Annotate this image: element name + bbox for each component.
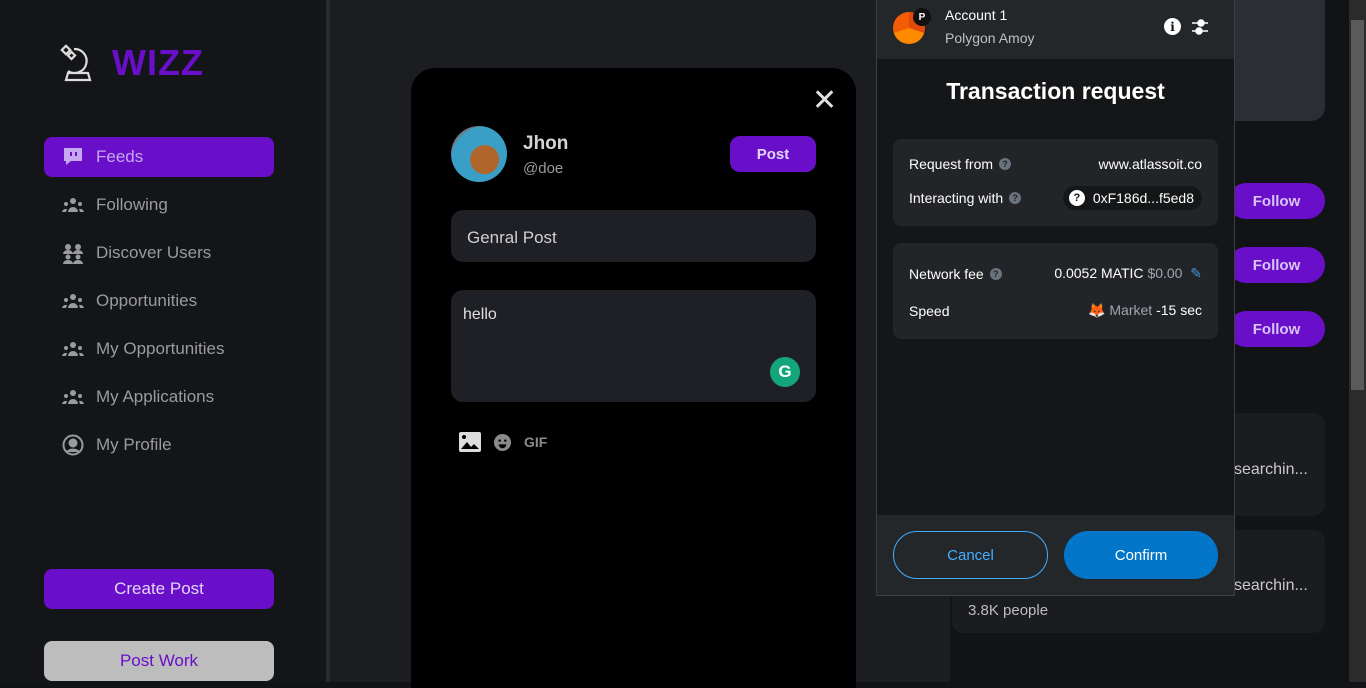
- edit-fee-icon[interactable]: ✎: [1190, 265, 1202, 281]
- fox-icon: 🦊: [1088, 302, 1106, 318]
- request-details: Request from? www.atlassoit.co Interacti…: [893, 139, 1218, 226]
- scrollbar-thumb[interactable]: [1351, 20, 1364, 390]
- sidebar-item-my-profile[interactable]: My Profile: [44, 425, 274, 465]
- account-name: Account 1: [945, 7, 1008, 23]
- sidebar: WIZZ Feeds Following Discover Users Oppo…: [0, 0, 326, 682]
- users-icon: [62, 390, 84, 404]
- users-icon: [62, 294, 84, 308]
- contract-address-pill[interactable]: ? 0xF186d...f5ed8: [1062, 186, 1202, 210]
- sidebar-item-label: Feeds: [96, 147, 144, 166]
- card-snippet: searchin...: [1234, 461, 1308, 478]
- contract-address: 0xF186d...f5ed8: [1092, 190, 1194, 206]
- users-discover-icon: [63, 244, 83, 264]
- sidebar-item-feeds[interactable]: Feeds: [44, 137, 274, 177]
- network-fee-fiat: $0.00: [1147, 265, 1183, 281]
- post-type-select[interactable]: Genral Post: [451, 210, 816, 262]
- metamask-footer: Cancel Confirm: [877, 515, 1234, 595]
- network-fee-row: Network fee? 0.0052 MATIC $0.00 ✎: [909, 265, 1202, 282]
- avatar: [451, 126, 507, 182]
- sidebar-item-my-applications[interactable]: My Applications: [44, 377, 274, 417]
- sidebar-item-discover-users[interactable]: Discover Users: [44, 233, 274, 273]
- sidebar-item-label: My Opportunities: [96, 339, 225, 358]
- grammarly-icon[interactable]: G: [770, 357, 800, 387]
- confirm-button[interactable]: Confirm: [1064, 531, 1218, 579]
- users-icon: [62, 342, 84, 356]
- users-icon: [62, 198, 84, 212]
- composer-tools: GIF: [459, 432, 547, 452]
- transaction-title: Transaction request: [946, 78, 1165, 104]
- help-icon[interactable]: ?: [1009, 192, 1022, 204]
- info-icon[interactable]: i: [1164, 18, 1181, 35]
- speed-row: Speed 🦊 Market -15 sec: [909, 302, 1202, 319]
- unknown-contract-icon: ?: [1068, 190, 1085, 206]
- sidebar-item-my-opportunities[interactable]: My Opportunities: [44, 329, 274, 369]
- network-fee-label: Network fee: [909, 265, 984, 282]
- image-icon[interactable]: [459, 432, 481, 452]
- metamask-header: P Account 1 Polygon Amoy i: [877, 0, 1234, 59]
- request-from-label: Request from: [909, 156, 994, 172]
- user-name: Jhon: [523, 133, 569, 154]
- people-count: 3.8K people: [968, 602, 1049, 619]
- close-icon[interactable]: ✕: [812, 86, 837, 116]
- network-fee-value: 0.0052 MATIC: [1054, 265, 1144, 281]
- speed-time: -15 sec: [1156, 302, 1202, 318]
- interacting-label: Interacting with: [909, 190, 1004, 206]
- interacting-row: Interacting with? ? 0xF186d...f5ed8: [909, 186, 1202, 210]
- sidebar-item-label: My Applications: [96, 387, 215, 406]
- sidebar-item-opportunities[interactable]: Opportunities: [44, 281, 274, 321]
- follow-button[interactable]: Follow: [1228, 183, 1325, 219]
- logo[interactable]: WIZZ: [60, 42, 204, 84]
- sidebar-item-label: My Profile: [96, 435, 172, 454]
- crystal-ball-icon: [60, 44, 92, 82]
- sidebar-item-following[interactable]: Following: [44, 185, 274, 225]
- brand-name: WIZZ: [112, 42, 204, 83]
- chat-bubble-icon: [64, 148, 82, 165]
- emoji-icon[interactable]: [493, 433, 512, 452]
- metamask-popup: P Account 1 Polygon Amoy i Transaction r…: [876, 0, 1235, 596]
- help-icon[interactable]: ?: [999, 158, 1012, 170]
- gif-button[interactable]: GIF: [524, 434, 547, 450]
- settings-sliders-icon[interactable]: [1191, 18, 1209, 36]
- fee-details: Network fee? 0.0052 MATIC $0.00 ✎ Speed …: [893, 243, 1218, 339]
- post-button[interactable]: Post: [730, 136, 816, 172]
- sidebar-item-label: Following: [96, 195, 168, 214]
- cancel-button[interactable]: Cancel: [893, 531, 1048, 579]
- sidebar-item-label: Discover Users: [96, 243, 212, 262]
- network-badge: P: [913, 8, 931, 26]
- user-handle: @doe: [523, 160, 564, 177]
- follow-button[interactable]: Follow: [1228, 311, 1325, 347]
- network-name: Polygon Amoy: [945, 30, 1035, 46]
- card-snippet: searchin...: [1234, 577, 1308, 594]
- speed-value: Market: [1109, 302, 1153, 318]
- post-work-button[interactable]: Post Work: [44, 641, 274, 681]
- sidebar-item-label: Opportunities: [96, 291, 198, 310]
- create-post-button[interactable]: Create Post: [44, 569, 274, 609]
- user-circle-icon: [62, 434, 84, 456]
- help-icon[interactable]: ?: [989, 267, 1002, 280]
- post-content-input[interactable]: hello: [451, 290, 816, 402]
- follow-button[interactable]: Follow: [1228, 247, 1325, 283]
- speed-label: Speed: [909, 302, 950, 319]
- request-from-row: Request from? www.atlassoit.co: [909, 156, 1202, 172]
- request-from-value: www.atlassoit.co: [1098, 156, 1202, 172]
